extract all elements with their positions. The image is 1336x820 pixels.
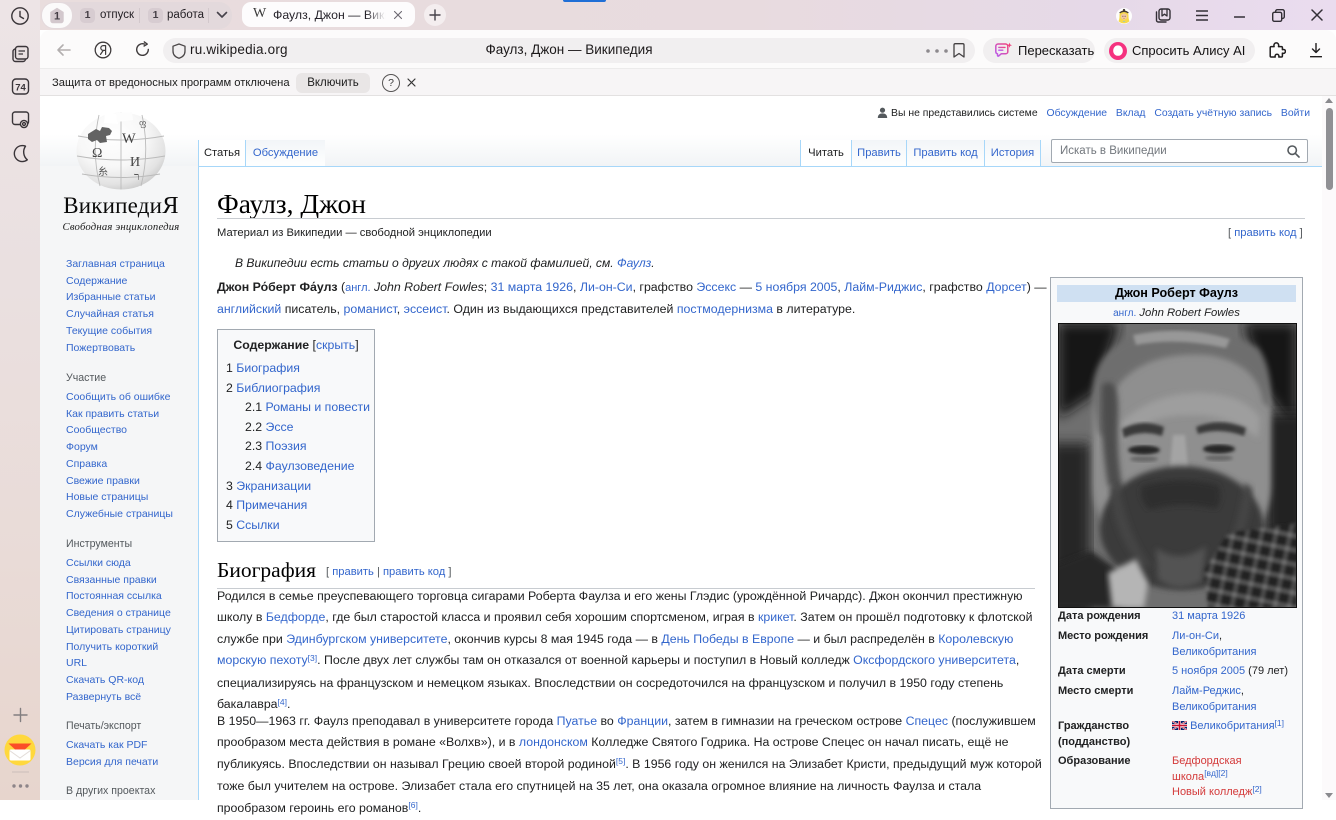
svg-text:1: 1 bbox=[54, 11, 60, 23]
svg-text:74: 74 bbox=[15, 83, 26, 94]
svg-text:W: W bbox=[122, 131, 136, 147]
svg-text:糸: 糸 bbox=[98, 166, 108, 178]
svg-text:ר: ר bbox=[134, 171, 139, 183]
svg-text:ფ: ფ bbox=[139, 118, 146, 129]
svg-text:Ω: Ω bbox=[92, 146, 102, 161]
svg-text:И: И bbox=[130, 155, 140, 170]
